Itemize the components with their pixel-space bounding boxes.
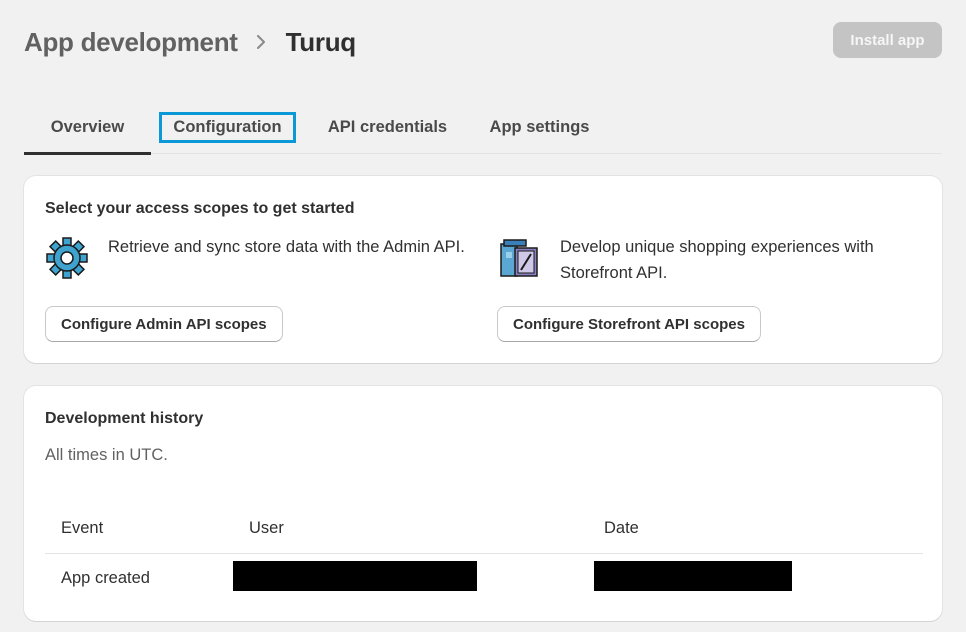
column-header-date: Date [604,519,639,537]
page-header: App development Turuq Install app [24,22,942,62]
configure-storefront-api-scopes-button[interactable]: Configure Storefront API scopes [497,306,761,342]
development-history-card: Development history All times in UTC. Ev… [24,386,942,621]
table-row: App created [45,554,923,602]
configure-admin-api-scopes-button[interactable]: Configure Admin API scopes [45,306,283,342]
tab-app-settings[interactable]: App settings [471,100,608,154]
breadcrumb-app-development[interactable]: App development [24,27,238,58]
page-title: Turuq [285,26,357,57]
development-history-title: Development history [45,410,204,427]
redacted-date [594,560,792,591]
redacted-user [233,560,477,591]
tab-configuration-label: Configuration [159,111,296,143]
date-cell [588,560,923,596]
tab-overview-label: Overview [50,117,125,136]
access-scopes-title: Select your access scopes to get started [45,200,355,217]
admin-scope-description: Retrieve and sync store data with the Ad… [108,238,465,256]
access-scopes-card: Select your access scopes to get started [24,176,942,363]
tab-app-settings-label: App settings [489,117,590,136]
user-cell [233,560,588,596]
column-header-user: User [249,519,284,537]
event-cell: App created [61,568,150,587]
tab-api-credentials[interactable]: API credentials [304,100,471,154]
table-header: Event User Date [45,504,923,554]
column-header-event: Event [61,519,104,537]
install-app-button[interactable]: Install app [833,22,942,58]
storefront-scope-description: Develop unique shopping experiences with… [560,238,874,282]
tab-api-credentials-label: API credentials [327,117,448,136]
timezone-note: All times in UTC. [45,446,168,464]
storefront-icon [497,236,541,280]
tab-overview[interactable]: Overview [24,100,151,155]
history-table: Event User Date App created [45,504,923,602]
chevron-right-icon [256,35,266,49]
tab-configuration[interactable]: Configuration [151,100,304,154]
tab-bar: Overview Configuration API credentials A… [24,100,942,155]
gear-icon [45,236,89,280]
